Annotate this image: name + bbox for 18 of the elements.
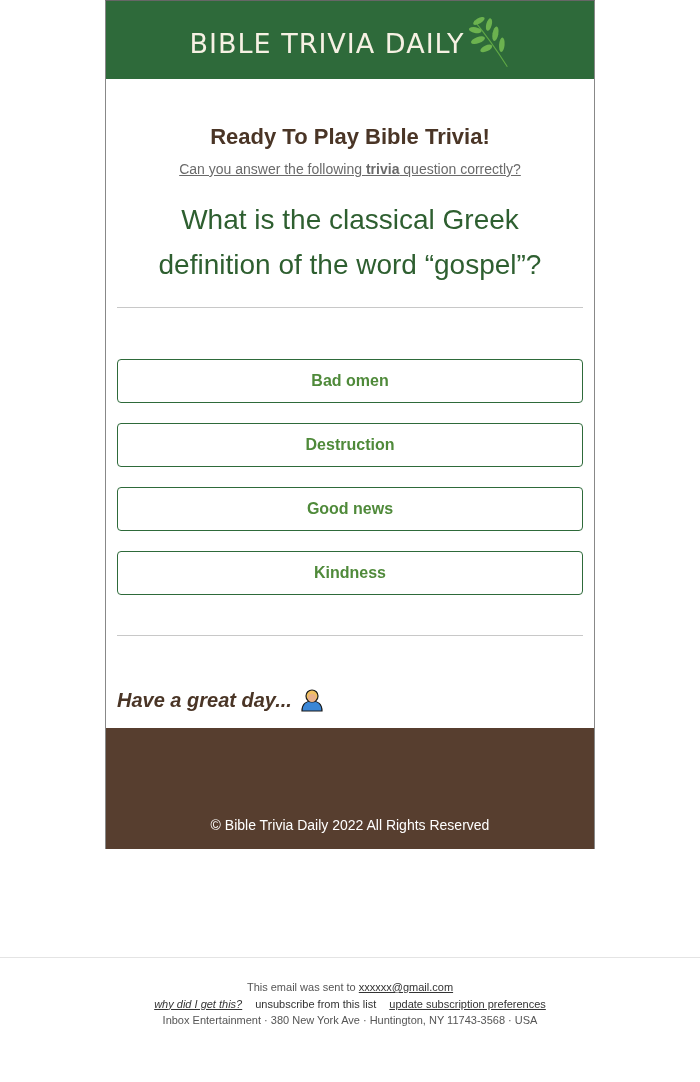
answer-button[interactable]: Kindness (117, 551, 583, 595)
subtitle-link[interactable]: Can you answer the following trivia question correctly? (179, 161, 521, 177)
logo-text: BIBLE TRIVIA DAILY (189, 27, 465, 59)
preferences-link[interactable]: update subscription preferences (389, 995, 546, 1012)
email-link[interactable]: xxxxxx@gmail.com (358, 981, 454, 993)
question-text: What is the classical Greek definition of the word “gospel”? (157, 203, 543, 282)
copyright-text: © Bible Trivia Daily 2022 All Rights Reserved (210, 817, 490, 834)
why-link[interactable]: why did I get this? (154, 995, 243, 1012)
signoff-text: Have a great day... (117, 688, 292, 712)
address-text: Inbox Entertainment · 380 New York Ave · Huntington, NY 11743-3568 · USA (161, 1013, 539, 1028)
answer-button[interactable]: Good news (117, 487, 583, 531)
sent-to-text: This email was sent to xxxxxx@gmail.com (245, 980, 455, 995)
olive-branch-icon (466, 14, 511, 70)
person-icon (299, 688, 324, 712)
heading: Ready To Play Bible Trivia! (209, 124, 491, 150)
answer-button[interactable]: Bad omen (117, 359, 583, 403)
unsubscribe-link[interactable]: unsubscribe from this list (255, 995, 377, 1012)
answer-button[interactable]: Destruction (117, 423, 583, 467)
